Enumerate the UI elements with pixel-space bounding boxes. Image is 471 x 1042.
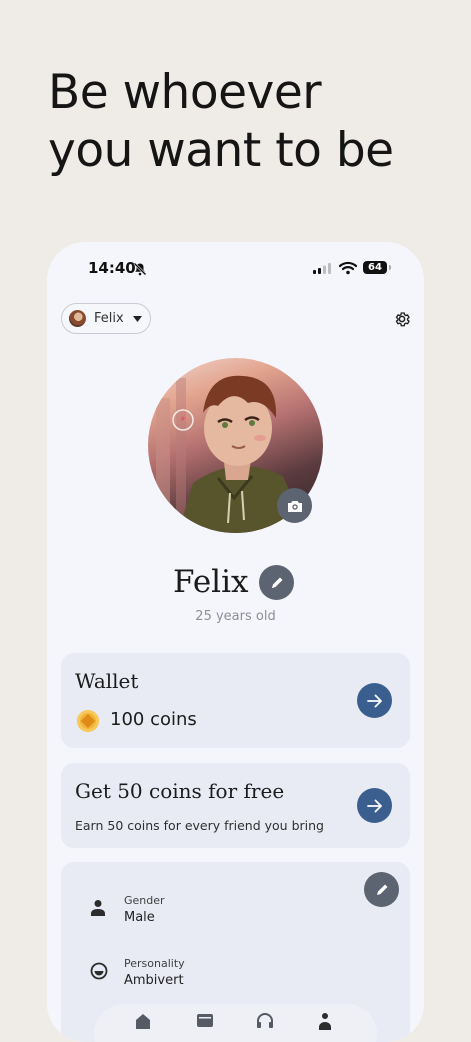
gear-icon[interactable]	[393, 310, 411, 328]
chevron-down-icon	[132, 315, 142, 322]
headphones-icon[interactable]	[256, 1012, 274, 1030]
wifi-icon	[339, 261, 357, 275]
person-icon	[91, 900, 105, 916]
headline-line-1: Be whoever	[48, 65, 322, 120]
camera-icon	[287, 500, 302, 512]
bottom-tab-bar	[94, 1004, 377, 1042]
edit-name-button[interactable]	[259, 565, 294, 600]
status-bar: 14:40 64	[47, 258, 424, 280]
wallet-card[interactable]: Wallet 100 coins	[61, 653, 410, 748]
personality-label: Personality	[124, 957, 185, 970]
change-photo-button[interactable]	[277, 488, 312, 523]
signal-icon	[313, 263, 331, 274]
profile-age: 25 years old	[195, 609, 276, 624]
wallet-title: Wallet	[75, 669, 139, 693]
gender-value: Male	[124, 910, 155, 925]
avatar	[69, 310, 86, 327]
gender-label: Gender	[124, 894, 165, 907]
user-switcher[interactable]: Felix	[61, 303, 151, 334]
profile-icon[interactable]	[316, 1012, 334, 1030]
free-coins-arrow-button[interactable]	[357, 788, 392, 823]
free-coins-subtitle: Earn 50 coins for every friend you bring	[75, 818, 324, 833]
free-coins-title: Get 50 coins for free	[75, 779, 285, 803]
edit-info-button[interactable]	[364, 872, 399, 907]
status-time: 14:40	[88, 259, 136, 277]
wallet-arrow-button[interactable]	[357, 683, 392, 718]
phone-screen: 14:40 64 Felix Felix 25 years old Wallet…	[47, 242, 424, 1042]
arrow-right-icon	[366, 694, 382, 707]
pencil-icon	[376, 884, 387, 895]
user-switcher-name: Felix	[94, 311, 124, 326]
arrow-right-icon	[366, 799, 382, 812]
personality-value: Ambivert	[124, 973, 184, 988]
battery-indicator: 64	[363, 261, 391, 274]
free-coins-card[interactable]: Get 50 coins for free Earn 50 coins for …	[61, 763, 410, 848]
headline-line-2: you want to be	[48, 123, 394, 178]
headline: Be whoever you want to be	[48, 64, 448, 180]
coin-icon	[77, 710, 99, 732]
wallet-coins: 100 coins	[110, 709, 197, 730]
home-icon[interactable]	[134, 1012, 152, 1030]
chat-icon[interactable]	[196, 1012, 214, 1030]
smile-icon	[90, 962, 108, 980]
bell-slash-icon	[133, 262, 147, 276]
pencil-icon	[271, 577, 282, 588]
profile-name: Felix	[173, 564, 249, 600]
